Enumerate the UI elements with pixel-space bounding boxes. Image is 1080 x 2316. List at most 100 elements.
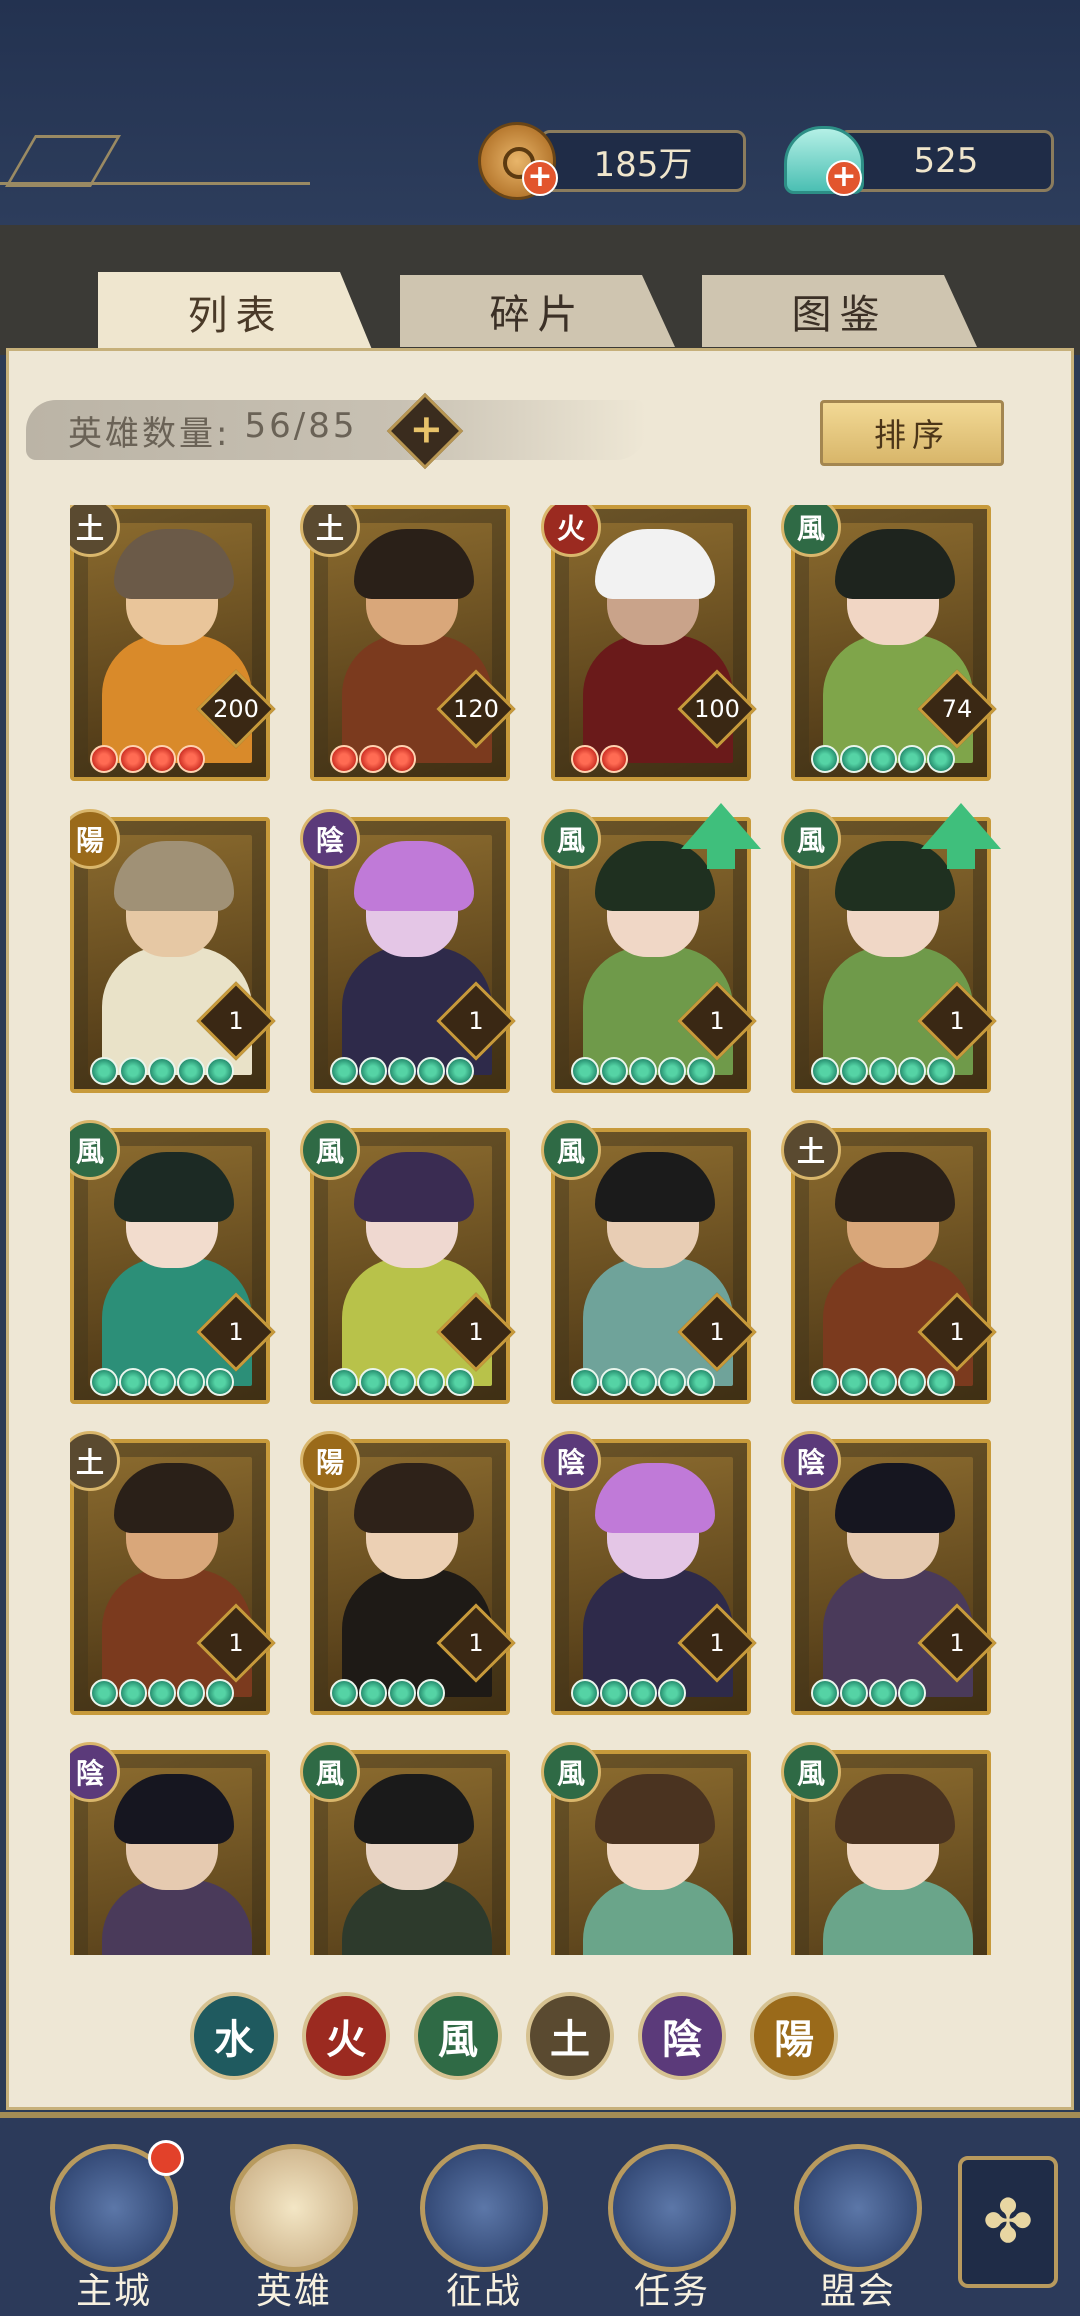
hero-card[interactable]: 土1 <box>70 1431 276 1715</box>
hero-card[interactable]: 火 100 <box>541 505 757 781</box>
element-filter-button[interactable]: 陰 <box>638 1992 726 2080</box>
hero-hair <box>595 841 715 911</box>
hero-card[interactable]: 陽1 <box>70 809 276 1093</box>
star-orb-icon <box>148 745 176 773</box>
star-orb-icon <box>90 1057 118 1085</box>
hero-stars <box>571 1057 715 1085</box>
helmet-icon <box>420 2144 548 2272</box>
element-filter-button[interactable]: 火 <box>302 1992 390 2080</box>
tab-codex[interactable]: 图鉴 <box>702 275 977 347</box>
hero-card[interactable]: 陽1 <box>300 1431 516 1715</box>
hero-hair <box>835 529 955 599</box>
star-orb-icon <box>840 1368 868 1396</box>
star-orb-icon <box>330 1679 358 1707</box>
add-shells-button[interactable]: + <box>826 160 862 196</box>
nav-item[interactable]: 征战 <box>414 2144 554 2312</box>
tab-list[interactable]: 列表 <box>98 272 373 352</box>
hero-hair <box>354 841 474 911</box>
hero-card[interactable]: 陰1 <box>541 1431 757 1715</box>
hero-card[interactable]: 風 74 <box>781 505 997 781</box>
hero-hair <box>835 1463 955 1533</box>
hero-stars <box>90 745 205 773</box>
hero-hair <box>114 1774 234 1844</box>
hero-hair <box>595 529 715 599</box>
hero-card[interactable]: 土 200 <box>70 505 276 781</box>
nav-label: 主城 <box>75 2271 152 2312</box>
tab-codex-label: 图鉴 <box>791 292 888 338</box>
star-orb-icon <box>119 745 147 773</box>
hero-card[interactable]: 風 <box>300 1742 510 1955</box>
hero-card[interactable]: 風 <box>781 1742 991 1955</box>
star-orb-icon <box>388 1368 416 1396</box>
hero-level: 1 <box>709 1629 725 1657</box>
scroll-icon <box>608 2144 736 2272</box>
star-orb-icon <box>359 1368 387 1396</box>
hero-card[interactable]: 土 120 <box>300 505 516 781</box>
hero-level: 1 <box>709 1318 725 1346</box>
star-orb-icon <box>840 1679 868 1707</box>
hero-hair <box>835 1152 955 1222</box>
hero-hair <box>354 1152 474 1222</box>
element-filter-button[interactable]: 土 <box>526 1992 614 2080</box>
star-orb-icon <box>571 1057 599 1085</box>
sort-button[interactable]: 排序 <box>820 400 1004 466</box>
hero-card[interactable]: 風1 <box>541 1120 757 1404</box>
hero-card[interactable]: 陰1 <box>300 809 516 1093</box>
hero-level: 1 <box>709 1007 725 1035</box>
element-filter-button[interactable]: 水 <box>190 1992 278 2080</box>
hero-hair <box>595 1463 715 1533</box>
hero-stars <box>811 1679 926 1707</box>
element-badge: 風 <box>541 809 601 869</box>
hero-hair <box>114 1463 234 1533</box>
hero-card[interactable]: 風1 <box>70 1120 276 1404</box>
star-orb-icon <box>658 1057 686 1085</box>
element-badge: 風 <box>300 1742 360 1802</box>
hero-stars <box>330 745 416 773</box>
star-orb-icon <box>177 1368 205 1396</box>
star-orb-icon <box>811 1679 839 1707</box>
nav-item[interactable]: 盟会 <box>788 2144 928 2312</box>
star-orb-icon <box>388 1679 416 1707</box>
star-orb-icon <box>388 745 416 773</box>
hero-count-value: 56/85 <box>244 406 358 446</box>
hero-body <box>583 1880 733 1955</box>
hero-card[interactable]: 陰1 <box>781 1431 997 1715</box>
add-coins-button[interactable]: + <box>522 160 558 196</box>
clover-menu-icon[interactable]: ✤ <box>958 2156 1058 2288</box>
hero-stars <box>811 1368 955 1396</box>
hero-hair <box>114 1152 234 1222</box>
decorative-line <box>0 182 310 185</box>
star-orb-icon <box>119 1368 147 1396</box>
element-filter-button[interactable]: 風 <box>414 1992 502 2080</box>
star-orb-icon <box>330 745 358 773</box>
star-orb-icon <box>148 1679 176 1707</box>
hero-card[interactable]: 風1 <box>541 803 761 1093</box>
tab-list-label: 列表 <box>187 293 284 339</box>
hero-level: 120 <box>453 695 499 723</box>
element-filter-button[interactable]: 陽 <box>750 1992 838 2080</box>
hero-card[interactable]: 風 <box>541 1742 751 1955</box>
star-orb-icon <box>600 745 628 773</box>
hero-body <box>102 1880 252 1955</box>
hero-card[interactable]: 陰 <box>70 1742 270 1955</box>
star-orb-icon <box>898 1057 926 1085</box>
upgrade-arrow-icon <box>681 803 761 869</box>
star-orb-icon <box>330 1368 358 1396</box>
nav-item[interactable]: 任务 <box>602 2144 742 2312</box>
nav-item[interactable]: 英雄 <box>224 2144 364 2312</box>
tab-fragments[interactable]: 碎片 <box>400 275 675 347</box>
star-orb-icon <box>90 745 118 773</box>
element-badge: 陰 <box>781 1431 841 1491</box>
hero-card[interactable]: 土1 <box>781 1120 997 1404</box>
nav-item[interactable]: 主城 <box>44 2140 184 2312</box>
star-orb-icon <box>629 1679 657 1707</box>
star-orb-icon <box>388 1057 416 1085</box>
hero-stars <box>90 1057 234 1085</box>
element-filter-bar: 水火風土陰陽 <box>190 1992 838 2080</box>
star-orb-icon <box>869 745 897 773</box>
hero-card[interactable]: 風1 <box>300 1120 516 1404</box>
hero-card[interactable]: 風1 <box>781 803 1001 1093</box>
star-orb-icon <box>687 1057 715 1085</box>
star-orb-icon <box>417 1057 445 1085</box>
star-orb-icon <box>571 745 599 773</box>
